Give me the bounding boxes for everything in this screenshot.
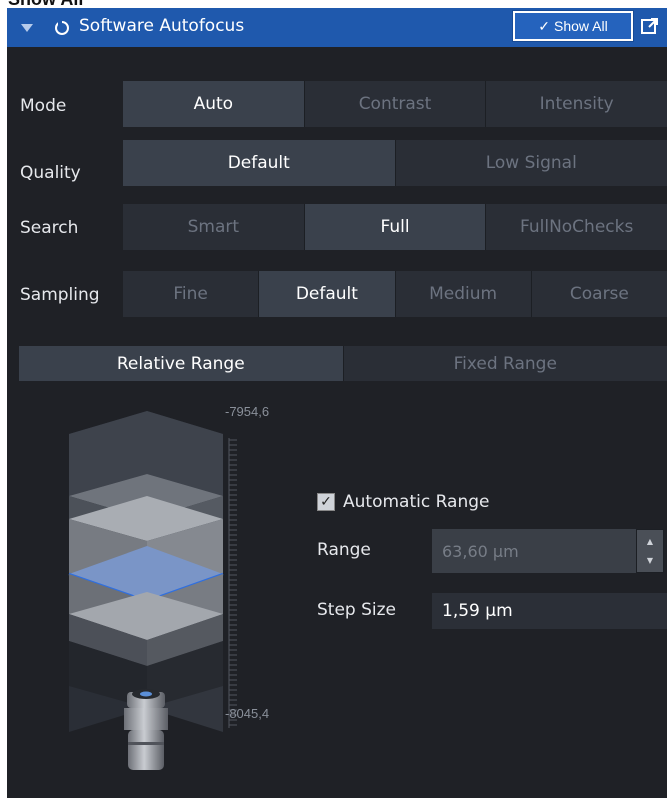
range-spinner[interactable]: ▲ ▼ [636,529,664,573]
step-size-label: Step Size [317,600,397,620]
scale-top-value: -7954,6 [225,404,270,419]
search-option-smart[interactable]: Smart [123,204,305,250]
mode-option-auto[interactable]: Auto [123,81,305,127]
mode-segmented-control: Auto Contrast Intensity [123,81,667,127]
software-autofocus-panel: Software Autofocus ✓ Show All Mode Auto … [7,8,667,798]
search-option-full[interactable]: Full [304,204,487,250]
spinner-up-icon[interactable]: ▲ [647,537,653,546]
step-size-input[interactable]: 1,59 µm [432,593,667,629]
show-all-label: Show All [554,18,608,34]
sampling-segmented-control: Fine Default Medium Coarse [123,271,667,317]
search-option-fullnochecks[interactable]: FullNoChecks [486,204,667,250]
panel-title: Software Autofocus [79,16,245,36]
range-label: Range [317,540,371,560]
automatic-range-checkbox[interactable]: ✓ [317,493,335,511]
mode-label: Mode [20,96,67,116]
scale-bottom-value: -8045,4 [225,706,270,721]
mode-option-contrast[interactable]: Contrast [305,81,487,127]
spinner-down-icon[interactable]: ▼ [647,556,653,565]
sampling-label: Sampling [20,285,100,305]
show-all-button[interactable]: ✓ Show All [512,10,634,42]
external-window-icon[interactable] [639,13,661,39]
focus-stack-illustration [68,411,237,770]
quality-option-default[interactable]: Default [123,140,396,186]
refresh-circle-icon [55,21,69,35]
sampling-option-coarse[interactable]: Coarse [532,271,667,317]
panel-header[interactable]: Software Autofocus ✓ Show All [7,8,667,47]
sampling-option-medium[interactable]: Medium [396,271,532,317]
search-segmented-control: Smart Full FullNoChecks [123,204,667,250]
quality-segmented-control: Default Low Signal [123,140,667,186]
tab-fixed-range[interactable]: Fixed Range [344,346,667,381]
sampling-option-default[interactable]: Default [259,271,396,317]
objective-lens-icon [124,689,168,770]
range-input[interactable]: 63,60 µm [432,529,638,573]
check-icon: ✓ [538,17,551,34]
range-mode-tabs: Relative Range Fixed Range [19,346,667,381]
mode-option-intensity[interactable]: Intensity [486,81,667,127]
quality-label: Quality [20,163,81,183]
collapse-arrow-icon[interactable] [21,24,33,32]
automatic-range-checkbox-row[interactable]: ✓ Automatic Range [317,492,489,512]
automatic-range-label: Automatic Range [343,492,490,512]
tab-relative-range[interactable]: Relative Range [19,346,344,381]
quality-option-low-signal[interactable]: Low Signal [396,140,667,186]
search-label: Search [20,218,79,238]
sampling-option-fine[interactable]: Fine [123,271,260,317]
